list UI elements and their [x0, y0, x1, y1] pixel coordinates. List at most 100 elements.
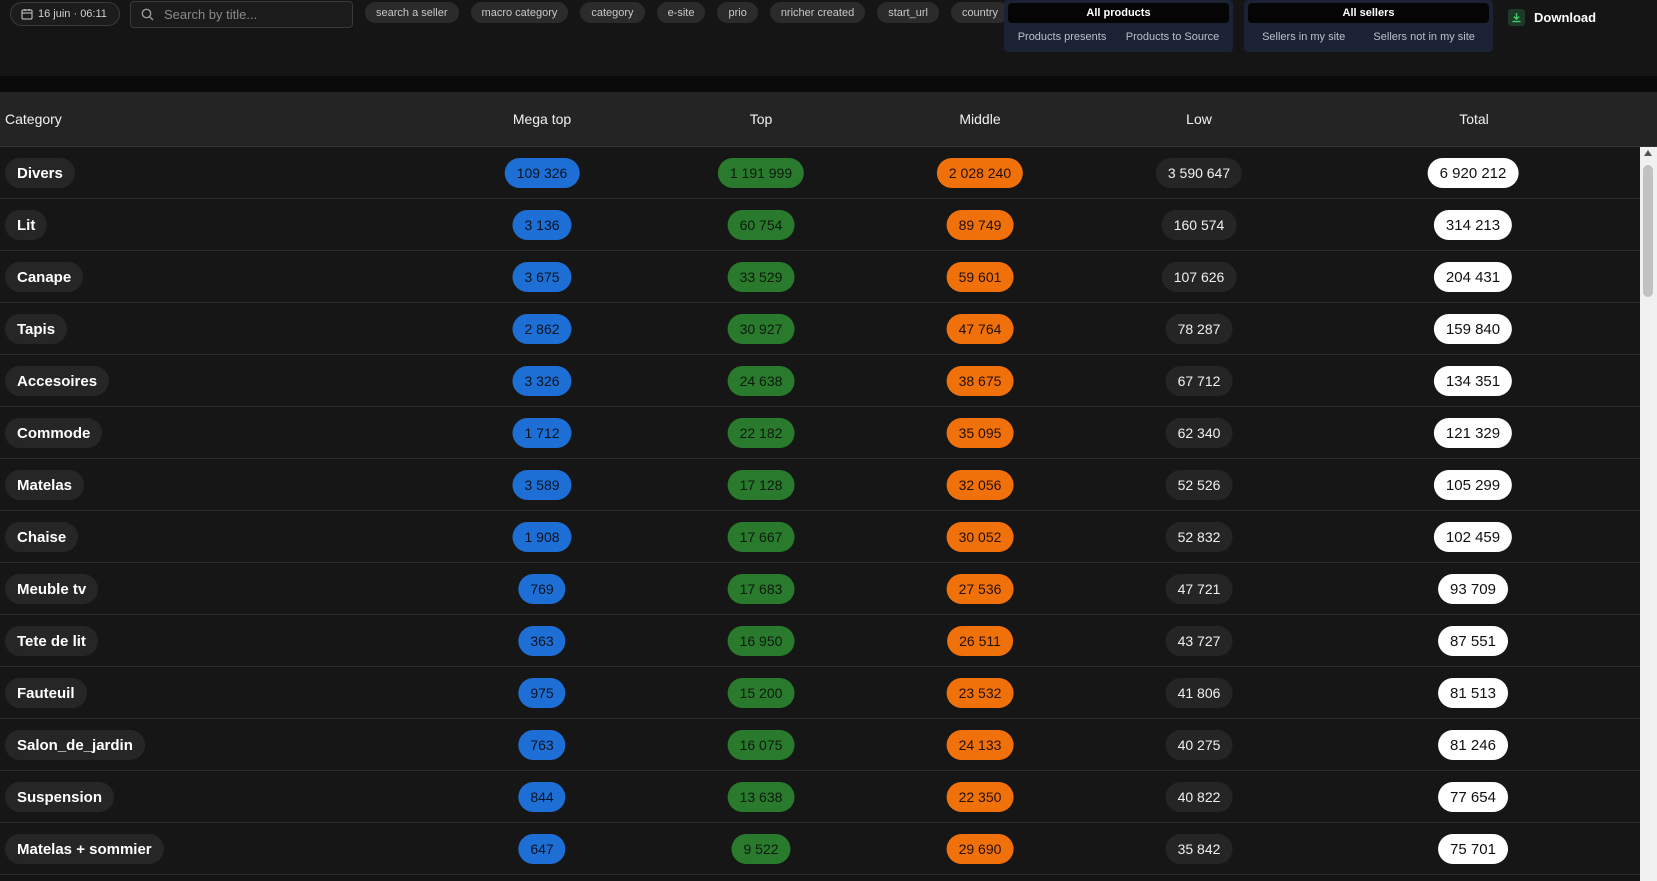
- table-row[interactable]: Lit 3 136 60 754 89 749 160 574 314 213: [0, 199, 1640, 251]
- header-mega-top[interactable]: Mega top: [513, 111, 571, 127]
- category-label[interactable]: Commode: [5, 418, 103, 448]
- download-label: Download: [1534, 9, 1597, 25]
- sellers-toggle: All sellers Sellers in my site Sellers n…: [1244, 0, 1493, 52]
- category-label[interactable]: Salon_de_jardin: [5, 730, 145, 760]
- top-value: 60 754: [727, 210, 795, 240]
- header-category[interactable]: Category: [5, 111, 62, 127]
- category-table: Category Mega top Top Middle Low Total D…: [0, 92, 1657, 881]
- total-value: 81 513: [1438, 678, 1508, 708]
- filter-category[interactable]: category: [580, 2, 645, 23]
- table-row[interactable]: Canape 3 675 33 529 59 601 107 626 204 4…: [0, 251, 1640, 303]
- sellers-not-in-site-option[interactable]: Sellers not in my site: [1373, 31, 1474, 43]
- middle-value: 89 749: [946, 210, 1014, 240]
- category-label[interactable]: Suspension: [5, 782, 115, 812]
- category-label[interactable]: Lit: [5, 210, 48, 240]
- filter-prio[interactable]: prio: [717, 2, 758, 23]
- category-label[interactable]: Canape: [5, 262, 84, 292]
- scroll-up-icon[interactable]: [1644, 150, 1652, 156]
- date-picker[interactable]: 16 juin · 06:11: [10, 2, 120, 26]
- total-value: 77 654: [1438, 782, 1508, 812]
- vertical-scrollbar[interactable]: [1640, 147, 1657, 881]
- low-value: 52 526: [1165, 470, 1233, 500]
- mega-top-value: 363: [518, 626, 566, 656]
- search-box[interactable]: [130, 1, 353, 28]
- mega-top-value: 2 862: [512, 314, 572, 344]
- top-value: 1 191 999: [717, 158, 805, 188]
- table-row[interactable]: Matelas + sommier 647 9 522 29 690 35 84…: [0, 823, 1640, 875]
- toolbar-divider: [0, 76, 1657, 92]
- table-row[interactable]: Suspension 844 13 638 22 350 40 822 77 6…: [0, 771, 1640, 823]
- table-row[interactable]: Tete de lit 363 16 950 26 511 43 727 87 …: [0, 615, 1640, 667]
- top-value: 17 667: [727, 522, 795, 552]
- category-label[interactable]: Matelas + sommier: [5, 834, 164, 864]
- download-icon: [1508, 8, 1525, 26]
- filter-nricher-created[interactable]: nricher created: [769, 2, 866, 23]
- header-total[interactable]: Total: [1459, 111, 1489, 127]
- low-value: 3 590 647: [1155, 158, 1243, 188]
- mega-top-value: 1 908: [512, 522, 572, 552]
- table-row[interactable]: Salon_de_jardin 763 16 075 24 133 40 275…: [0, 719, 1640, 771]
- filter-seller[interactable]: search a seller: [365, 2, 459, 23]
- total-value: 159 840: [1433, 314, 1513, 344]
- products-to-source-option[interactable]: Products to Source: [1126, 31, 1220, 43]
- middle-value: 26 511: [947, 626, 1013, 656]
- header-middle[interactable]: Middle: [959, 111, 1000, 127]
- all-products-button[interactable]: All products: [1008, 3, 1229, 23]
- mega-top-value: 975: [518, 678, 566, 708]
- date-label: 16 juin · 06:11: [38, 8, 107, 20]
- filter-macro-category[interactable]: macro category: [470, 2, 569, 23]
- low-value: 67 712: [1165, 366, 1233, 396]
- category-label[interactable]: Matelas: [5, 470, 85, 500]
- top-value: 9 522: [731, 834, 791, 864]
- mega-top-value: 647: [518, 834, 566, 864]
- top-toolbar: 16 juin · 06:11 search a seller macro ca…: [0, 0, 1657, 76]
- header-low[interactable]: Low: [1186, 111, 1212, 127]
- filter-chips: search a seller macro category category …: [365, 2, 1010, 23]
- mega-top-value: 1 712: [512, 418, 572, 448]
- mega-top-value: 763: [518, 730, 566, 760]
- search-input[interactable]: [164, 7, 344, 22]
- category-label[interactable]: Meuble tv: [5, 574, 99, 604]
- category-label[interactable]: Accesoires: [5, 366, 110, 396]
- low-value: 40 275: [1165, 730, 1233, 760]
- low-value: 43 727: [1165, 626, 1233, 656]
- table-row[interactable]: Chaise 1 908 17 667 30 052 52 832 102 45…: [0, 511, 1640, 563]
- filter-country[interactable]: country: [950, 2, 1010, 23]
- table-row[interactable]: Tapis 2 862 30 927 47 764 78 287 159 840: [0, 303, 1640, 355]
- all-sellers-button[interactable]: All sellers: [1248, 3, 1489, 23]
- total-value: 121 329: [1433, 418, 1513, 448]
- category-label[interactable]: Tete de lit: [5, 626, 98, 656]
- scrollbar-thumb[interactable]: [1643, 165, 1653, 297]
- middle-value: 23 532: [946, 678, 1014, 708]
- total-value: 75 701: [1438, 834, 1508, 864]
- top-value: 17 683: [727, 574, 795, 604]
- table-row[interactable]: Commode 1 712 22 182 35 095 62 340 121 3…: [0, 407, 1640, 459]
- mega-top-value: 3 326: [512, 366, 572, 396]
- low-value: 78 287: [1165, 314, 1233, 344]
- table-row[interactable]: Accesoires 3 326 24 638 38 675 67 712 13…: [0, 355, 1640, 407]
- middle-value: 30 052: [946, 522, 1014, 552]
- total-value: 87 551: [1438, 626, 1508, 656]
- category-label[interactable]: Fauteuil: [5, 678, 87, 708]
- low-value: 40 822: [1165, 782, 1233, 812]
- calendar-icon: [21, 9, 33, 20]
- table-row[interactable]: Fauteuil 975 15 200 23 532 41 806 81 513: [0, 667, 1640, 719]
- header-top[interactable]: Top: [750, 111, 773, 127]
- sellers-in-site-option[interactable]: Sellers in my site: [1262, 31, 1345, 43]
- category-label[interactable]: Divers: [5, 158, 75, 188]
- total-value: 105 299: [1433, 470, 1513, 500]
- low-value: 160 574: [1161, 210, 1237, 240]
- total-value: 204 431: [1433, 262, 1513, 292]
- top-value: 16 950: [727, 626, 795, 656]
- table-row[interactable]: Meuble tv 769 17 683 27 536 47 721 93 70…: [0, 563, 1640, 615]
- category-label[interactable]: Chaise: [5, 522, 79, 552]
- products-presents-option[interactable]: Products presents: [1018, 31, 1107, 43]
- filter-start-url[interactable]: start_url: [877, 2, 939, 23]
- top-value: 17 128: [727, 470, 795, 500]
- top-value: 13 638: [727, 782, 795, 812]
- filter-e-site[interactable]: e-site: [656, 2, 706, 23]
- download-button[interactable]: Download: [1508, 6, 1596, 28]
- table-row[interactable]: Matelas 3 589 17 128 32 056 52 526 105 2…: [0, 459, 1640, 511]
- table-row[interactable]: Divers 109 326 1 191 999 2 028 240 3 590…: [0, 147, 1640, 199]
- category-label[interactable]: Tapis: [5, 314, 68, 344]
